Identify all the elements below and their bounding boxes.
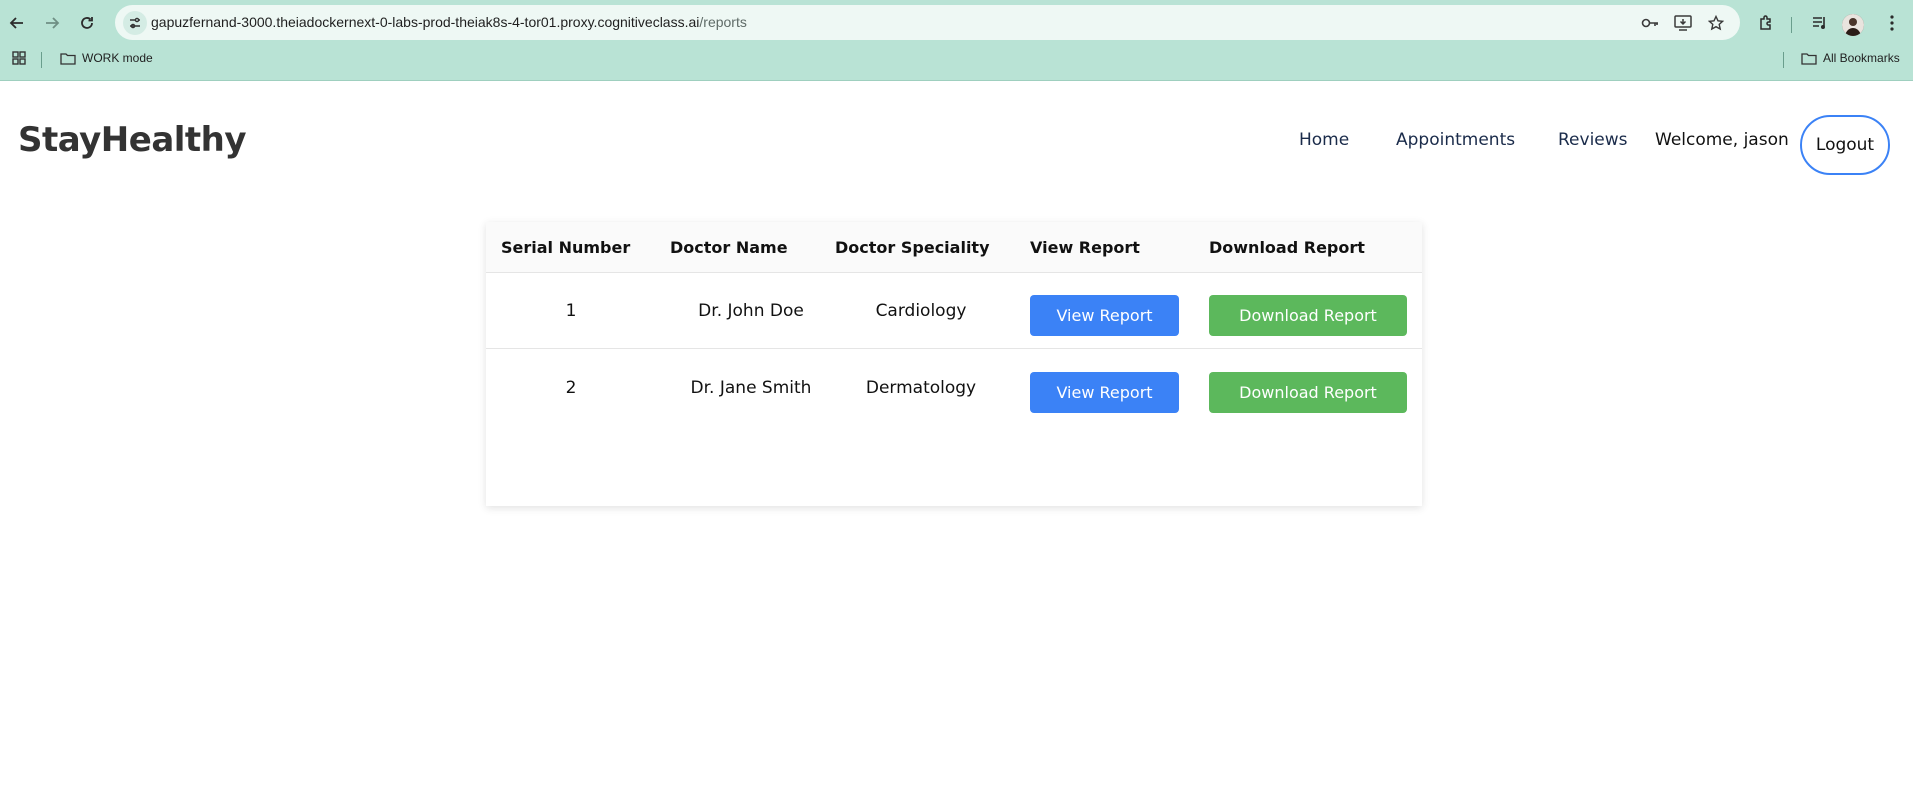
bookmarks-bar: WORK mode All Bookmarks	[0, 48, 1913, 72]
forward-button[interactable]	[38, 9, 66, 37]
cell-doctor-name: Dr. John Doe	[698, 301, 804, 321]
nav-home[interactable]: Home	[1299, 130, 1349, 150]
site-info-icon[interactable]	[123, 11, 147, 35]
cell-speciality: Cardiology	[875, 301, 967, 321]
nav-reviews[interactable]: Reviews	[1558, 130, 1628, 150]
header-download-report: Download Report	[1209, 238, 1365, 257]
reload-button[interactable]	[73, 9, 101, 37]
folder-icon	[60, 52, 76, 65]
view-report-button[interactable]: View Report	[1030, 372, 1179, 413]
table-row: 1 Dr. John Doe Cardiology View Report Do…	[486, 273, 1422, 349]
extensions-icon[interactable]	[1752, 9, 1780, 37]
nav-appointments[interactable]: Appointments	[1396, 130, 1515, 150]
page-content: StayHealthy Home Appointments Reviews We…	[0, 82, 1913, 795]
media-control-icon[interactable]	[1806, 9, 1834, 37]
url-host: gapuzfernand-3000.theiadockernext-0-labs…	[151, 14, 700, 30]
bookmark-work-mode[interactable]: WORK mode	[60, 51, 153, 65]
cell-speciality: Dermatology	[865, 378, 977, 398]
url-path: /reports	[699, 14, 747, 30]
header-view-report: View Report	[1030, 238, 1140, 257]
bookmark-label: WORK mode	[82, 51, 153, 65]
view-report-button[interactable]: View Report	[1030, 295, 1179, 336]
logout-button[interactable]: Logout	[1800, 115, 1890, 175]
download-report-button[interactable]: Download Report	[1209, 295, 1407, 336]
table-row: 2 Dr. Jane Smith Dermatology View Report…	[486, 350, 1422, 426]
address-bar[interactable]: gapuzfernand-3000.theiadockernext-0-labs…	[115, 5, 1740, 40]
back-arrow-icon	[9, 17, 23, 29]
apps-grid-icon[interactable]	[12, 51, 26, 65]
bookmarks-divider	[41, 52, 42, 68]
bookmarks-divider-right	[1783, 52, 1784, 68]
toolbar-divider	[1791, 17, 1792, 33]
cell-serial: 2	[565, 378, 577, 398]
all-bookmarks-button[interactable]: All Bookmarks	[1801, 51, 1900, 65]
header-doctor-speciality: Doctor Speciality	[835, 238, 990, 257]
install-app-icon[interactable]	[1673, 13, 1693, 33]
bookmark-star-icon[interactable]	[1706, 13, 1726, 33]
welcome-text: Welcome, jason	[1655, 130, 1789, 150]
browser-toolbar: gapuzfernand-3000.theiadockernext-0-labs…	[0, 5, 1913, 40]
profile-avatar[interactable]	[1842, 14, 1864, 36]
forward-arrow-icon	[46, 17, 60, 29]
password-key-icon[interactable]	[1640, 13, 1660, 33]
all-bookmarks-label: All Bookmarks	[1823, 51, 1900, 65]
back-button[interactable]	[3, 9, 31, 37]
reload-icon	[81, 17, 93, 29]
cell-doctor-name: Dr. Jane Smith	[690, 378, 812, 398]
download-report-button[interactable]: Download Report	[1209, 372, 1407, 413]
reports-table: Serial Number Doctor Name Doctor Special…	[486, 222, 1422, 506]
browser-chrome: gapuzfernand-3000.theiadockernext-0-labs…	[0, 0, 1913, 81]
folder-icon	[1801, 52, 1817, 65]
browser-menu-icon[interactable]	[1878, 9, 1906, 37]
cell-serial: 1	[565, 301, 577, 321]
brand-logo[interactable]: StayHealthy	[18, 120, 247, 160]
header-doctor-name: Doctor Name	[670, 238, 788, 257]
header-serial-number: Serial Number	[501, 238, 631, 257]
url-text[interactable]: gapuzfernand-3000.theiadockernext-0-labs…	[151, 14, 747, 30]
table-header: Serial Number Doctor Name Doctor Special…	[486, 222, 1422, 273]
